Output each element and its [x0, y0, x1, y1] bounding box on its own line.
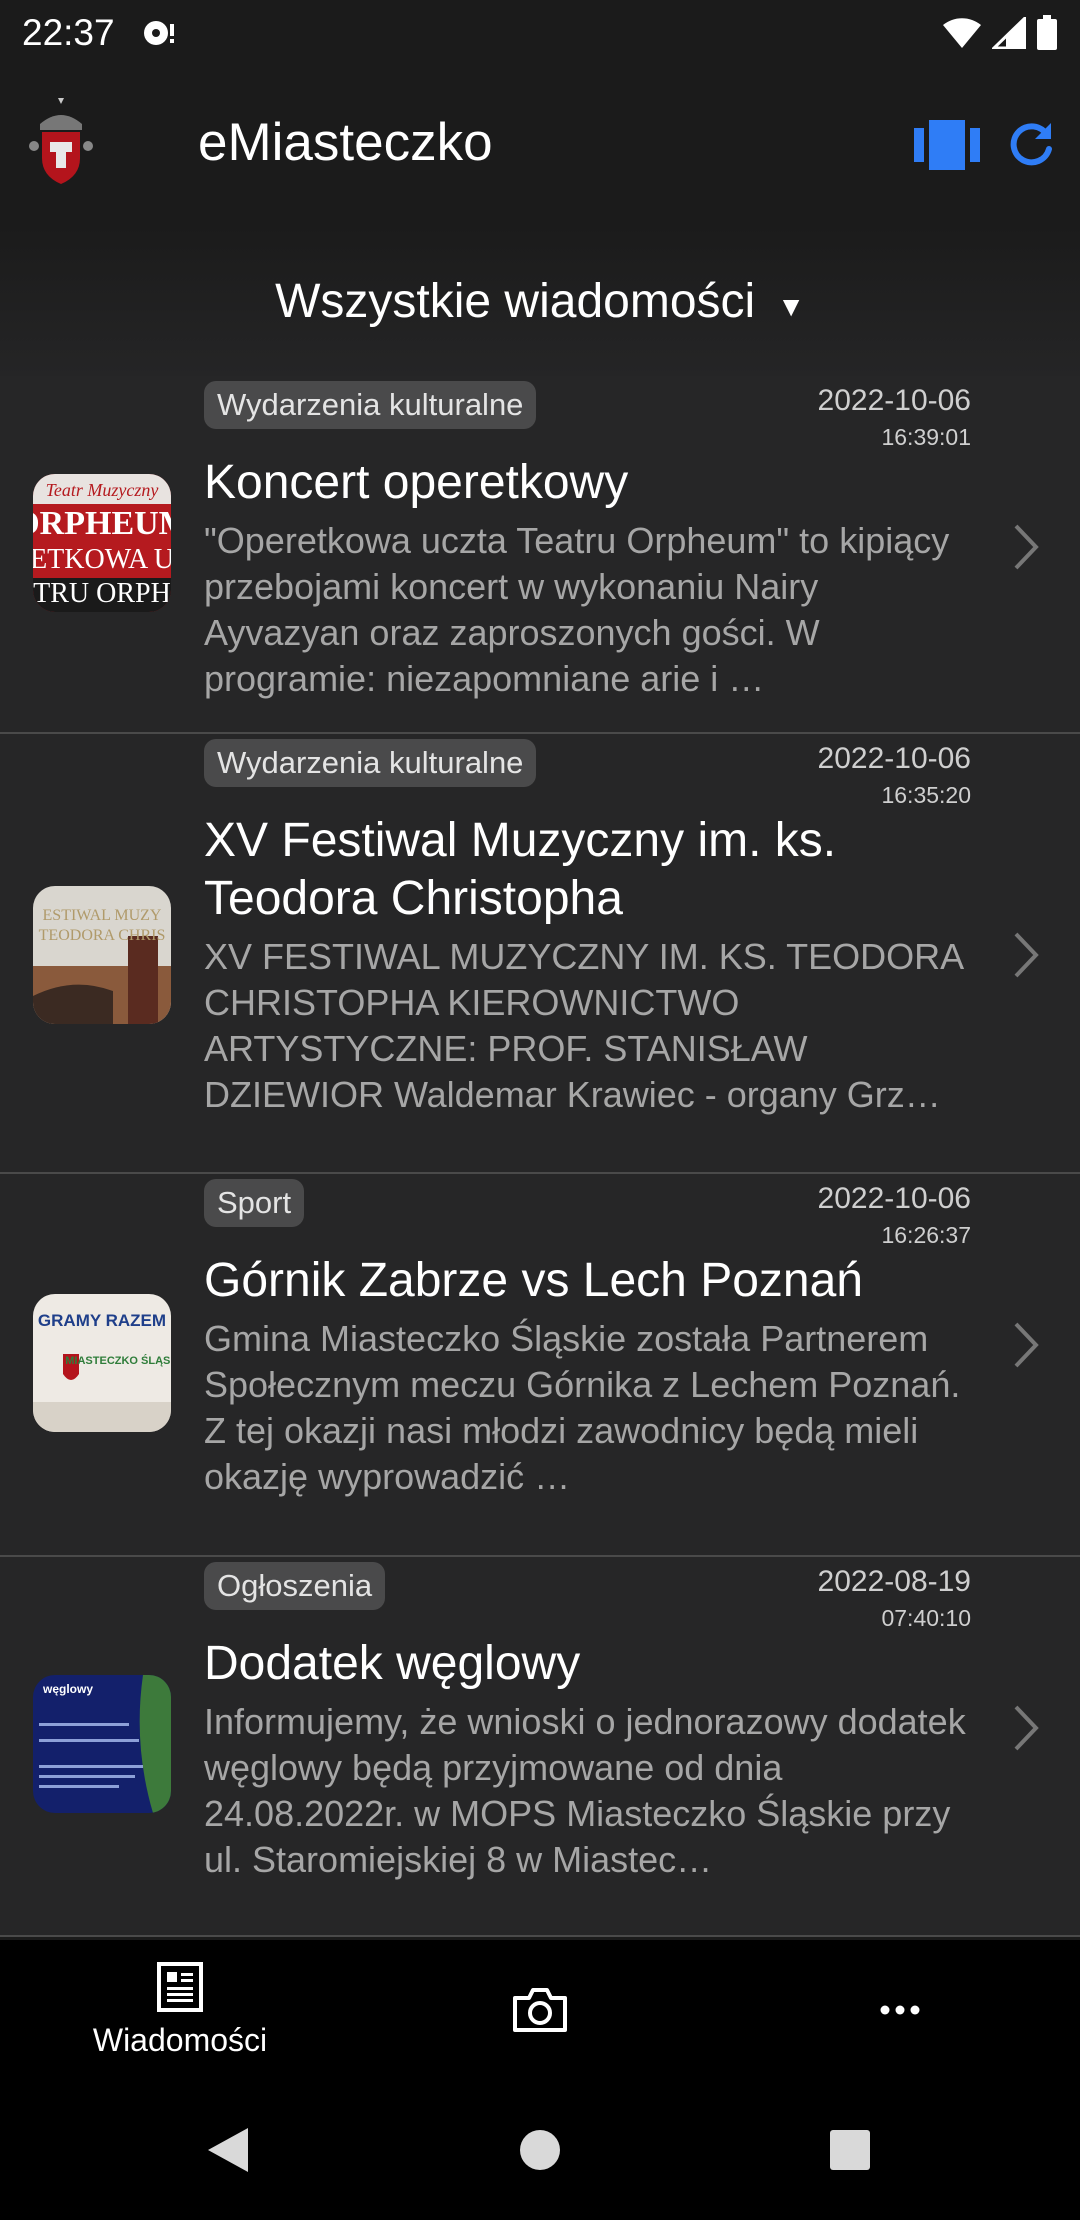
news-time: 16:35:20 [881, 782, 971, 808]
news-title: Koncert operetkowy [204, 456, 629, 509]
category-badge: Sport [204, 1179, 305, 1227]
news-item[interactable]: GRAMY RAZEM MIASTECZKO ŚLĄSKIE Sport 202… [0, 1174, 1080, 1557]
news-thumbnail: węglowy [33, 1675, 171, 1813]
chevron-right-icon [1014, 1705, 1039, 1751]
news-title: Górnik Zabrze vs Lech Poznań [204, 1254, 863, 1307]
svg-text:Teatr Muzyczny: Teatr Muzyczny [46, 480, 159, 500]
news-excerpt: Informujemy, że wnioski o jednorazowy do… [204, 1701, 966, 1880]
recents-square-icon [830, 2130, 870, 2170]
news-thumbnail: GRAMY RAZEM MIASTECZKO ŚLĄSKIE [33, 1294, 171, 1432]
notification-icon [143, 21, 174, 45]
home-button[interactable] [510, 2120, 570, 2180]
news-time: 16:39:01 [881, 424, 971, 450]
tab-camera[interactable] [470, 1940, 610, 2080]
card-view-button[interactable] [912, 110, 982, 180]
status-icons [942, 15, 1058, 51]
svg-text:TRU ORPH: TRU ORPH [33, 578, 171, 609]
status-bar: 22:37 [0, 0, 1080, 66]
svg-text:GRAMY RAZEM: GRAMY RAZEM [38, 1311, 166, 1330]
news-item[interactable]: Teatr Muzyczny ORPHEUM ETKOWA U TRU ORPH… [0, 376, 1080, 734]
news-time: 16:26:37 [881, 1222, 971, 1248]
news-excerpt: XV FESTIWAL MUZYCZNY IM. KS. TEODORA CHR… [204, 936, 963, 1115]
dropdown-arrow-icon: ▼ [777, 291, 805, 322]
crest-logo-icon [29, 98, 93, 184]
system-nav-bar [0, 2080, 1080, 2220]
back-triangle-icon [208, 2128, 248, 2172]
svg-text:TEODORA CHRIS: TEODORA CHRIS [39, 927, 166, 944]
news-item[interactable]: węglowy Ogłoszenia 2022-08-19 07:40:10 D… [0, 1557, 1080, 1937]
chevron-right-icon [1014, 524, 1039, 570]
news-thumbnail: ESTIWAL MUZY TEODORA CHRIS [33, 886, 171, 1024]
recents-button[interactable] [820, 2120, 880, 2180]
tab-more[interactable] [830, 1940, 970, 2080]
newspaper-icon [157, 1961, 203, 2012]
status-time: 22:37 [22, 12, 115, 53]
tab-news[interactable]: Wiadomości [80, 1940, 280, 2080]
back-button[interactable] [198, 2120, 258, 2180]
refresh-icon [1010, 123, 1052, 166]
svg-text:ETKOWA U: ETKOWA U [33, 544, 171, 575]
news-title: XV Festiwal Muzyczny im. ks. Teodora Chr… [204, 814, 837, 925]
category-badge: Wydarzenia kulturalne [204, 381, 537, 429]
view-carousel-icon [914, 120, 980, 170]
tab-news-label: Wiadomości [92, 2021, 268, 2058]
chevron-right-icon [1014, 1322, 1039, 1368]
signal-icon [992, 17, 1026, 49]
app-bar: eMiasteczko [0, 66, 1080, 226]
news-date: 2022-10-06 [817, 384, 971, 417]
news-title: Dodatek węglowy [204, 1637, 581, 1690]
news-date: 2022-08-19 [817, 1565, 971, 1598]
svg-text:węglowy: węglowy [42, 1682, 93, 1696]
bottom-tab-bar: Wiadomości [0, 1940, 1080, 2080]
news-thumbnail: Teatr Muzyczny ORPHEUM ETKOWA U TRU ORPH [33, 474, 171, 612]
category-filter-dropdown[interactable]: Wszystkie wiadomości ▼ [0, 226, 1080, 376]
chevron-right-icon [1014, 932, 1039, 978]
news-excerpt: "Operetkowa uczta Teatru Orpheum" to kip… [204, 520, 950, 699]
app-title: eMiasteczko [198, 113, 493, 172]
news-list: Teatr Muzyczny ORPHEUM ETKOWA U TRU ORPH… [0, 376, 1080, 1937]
more-horizontal-icon [880, 2005, 920, 2015]
svg-text:ORPHEUM: ORPHEUM [33, 505, 171, 542]
home-circle-icon [520, 2130, 560, 2170]
svg-text:ESTIWAL MUZY: ESTIWAL MUZY [43, 907, 162, 924]
news-date: 2022-10-06 [817, 742, 971, 775]
news-date: 2022-10-06 [817, 1182, 971, 1215]
refresh-button[interactable] [996, 110, 1066, 180]
news-time: 07:40:10 [881, 1605, 971, 1631]
wifi-icon [943, 18, 981, 48]
camera-icon [513, 1988, 567, 2032]
category-badge: Wydarzenia kulturalne [204, 739, 537, 787]
category-badge: Ogłoszenia [204, 1562, 386, 1610]
news-item[interactable]: ESTIWAL MUZY TEODORA CHRIS Wydarzenia ku… [0, 734, 1080, 1174]
svg-text:MIASTECZKO ŚLĄSKIE: MIASTECZKO ŚLĄSKIE [65, 1354, 171, 1367]
battery-icon [1037, 15, 1057, 50]
news-excerpt: Gmina Miasteczko Śląskie została Partner… [204, 1318, 961, 1497]
filter-label: Wszystkie wiadomości [275, 274, 756, 328]
